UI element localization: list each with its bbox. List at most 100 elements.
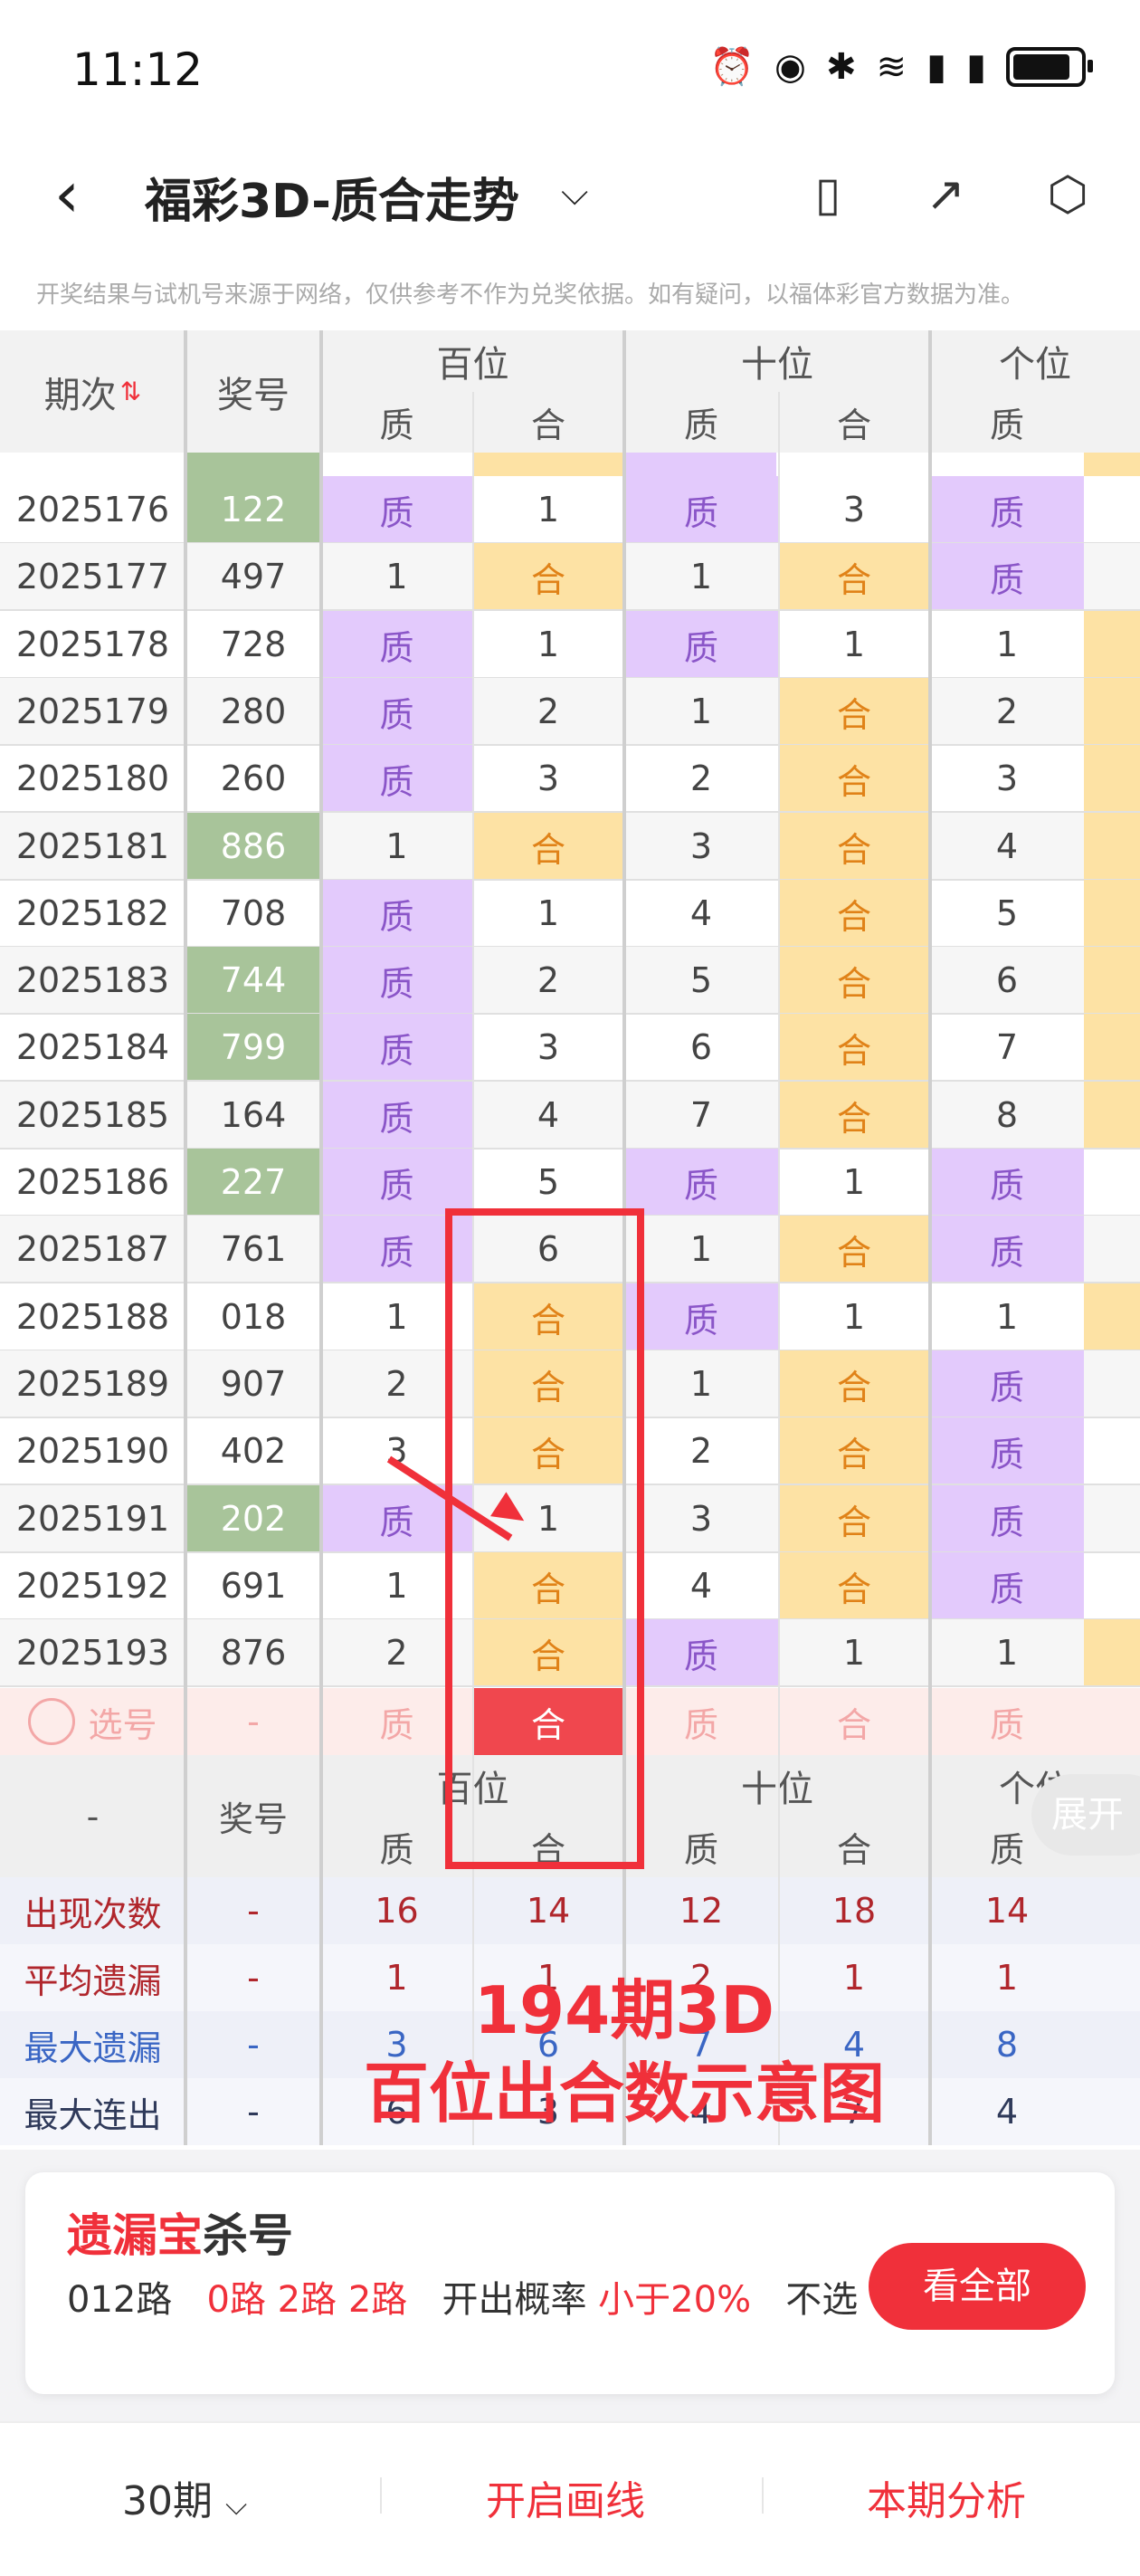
stats-value: 14: [526, 1891, 571, 1931]
trend-cell: 质: [930, 1485, 1084, 1552]
overflow-cell: [1084, 1619, 1140, 1686]
overflow-cell: [1084, 1216, 1140, 1283]
stats-value: 12: [679, 1891, 724, 1931]
trend-cell: 质: [321, 611, 472, 678]
select-circle-icon[interactable]: [28, 1698, 76, 1745]
trend-cell: 4: [995, 826, 1019, 866]
trend-cell: 5: [537, 1162, 560, 1202]
period-header-label: 期次: [43, 374, 117, 416]
overflow-cell: [1084, 1149, 1140, 1216]
partial-row-cell: [1084, 453, 1140, 476]
trend-cell: 1: [385, 826, 408, 866]
trend-cell: 1: [995, 1297, 1019, 1337]
overflow-cell: [1084, 543, 1140, 610]
card-title-suffix: 杀号: [203, 2209, 293, 2262]
trend-cell: 合: [778, 678, 930, 745]
overflow-cell: [1084, 1014, 1140, 1081]
signal-icon-2: ▮: [965, 45, 986, 88]
select-cell[interactable]: 质: [624, 1688, 778, 1755]
overflow-cell: [1084, 1485, 1140, 1552]
tail-text: 不选: [785, 2279, 859, 2321]
device-icon[interactable]: ▯: [796, 163, 860, 226]
draw-lines-button[interactable]: 开启画线: [486, 2468, 645, 2526]
stats-value: 18: [831, 1891, 877, 1931]
stats-dash: -: [247, 1958, 260, 1998]
trend-cell: 2: [995, 692, 1019, 731]
page-title[interactable]: 福彩3D-质合走势: [145, 163, 519, 231]
signal-icon: ▮: [926, 45, 946, 88]
partial-row-cell: [472, 453, 624, 476]
trend-cell: 合: [778, 543, 930, 610]
trend-cell: 质: [930, 543, 1084, 610]
trend-cell: 1: [842, 1633, 866, 1673]
partial-row-cell: [624, 453, 776, 476]
period-cell: 2025193: [15, 1633, 170, 1673]
trend-cell: 1: [537, 625, 560, 664]
settings-icon[interactable]: ⬡: [1036, 163, 1099, 226]
number-cell: 799: [185, 1014, 321, 1081]
trend-cell: 2: [689, 1431, 713, 1471]
trend-cell: 3: [689, 826, 713, 866]
number-cell: 202: [185, 1485, 321, 1552]
trend-cell: 5: [995, 893, 1019, 933]
wifi-icon: ≋: [876, 45, 907, 88]
analysis-button[interactable]: 本期分析: [867, 2468, 1026, 2526]
periods-label: 30期: [122, 2478, 213, 2524]
eye-icon: ◉: [774, 45, 806, 88]
stats-label: 平均遗漏: [24, 1961, 162, 2001]
trend-cell: 合: [472, 813, 624, 880]
prob-value: 小于20%: [598, 2279, 752, 2321]
number-cell: 402: [220, 1431, 287, 1471]
column-divider: [928, 330, 932, 2145]
number-cell: 691: [220, 1566, 287, 1606]
overflow-cell: [1084, 1350, 1140, 1417]
select-cell[interactable]: 合: [778, 1688, 930, 1755]
card-title: 遗漏宝杀号: [67, 2199, 293, 2265]
prob-label: 开出概率: [442, 2279, 587, 2321]
alarm-icon: ⏰: [709, 46, 755, 88]
trend-cell: 1: [385, 557, 408, 596]
annotation-line2: 百位出合数示意图: [363, 2056, 885, 2132]
sort-icon[interactable]: ⇅: [120, 377, 141, 406]
share-icon[interactable]: ↗: [914, 163, 977, 226]
expand-button[interactable]: 展开: [1031, 1774, 1140, 1856]
trend-cell: 6: [689, 1027, 713, 1067]
back-icon[interactable]: ‹: [54, 163, 80, 226]
periods-selector[interactable]: 30期 ⌵: [122, 2468, 247, 2526]
trend-cell: 3: [689, 1499, 713, 1539]
trend-cell: 合: [778, 745, 930, 812]
trend-cell: 质: [930, 1552, 1084, 1619]
app-bar: ‹ 福彩3D-质合走势 ⌵ ▯ ↗ ⬡: [0, 136, 1140, 253]
battery-icon: [1006, 46, 1093, 87]
trend-cell: 1: [842, 1162, 866, 1202]
sub-header-2: 质: [683, 405, 718, 445]
stats-value: 1: [995, 1958, 1019, 1998]
trend-cell: 1: [689, 557, 713, 596]
view-all-button[interactable]: 看全部: [869, 2243, 1086, 2330]
bottom-period-header: -: [86, 1796, 100, 1837]
number-cell: 876: [220, 1633, 287, 1673]
divider: [380, 2477, 382, 2514]
period-cell: 2025186: [15, 1162, 170, 1202]
select-cell[interactable]: 质: [930, 1688, 1084, 1755]
annotation-line1: 194期3D: [473, 1972, 775, 2048]
number-cell: 497: [220, 557, 287, 596]
chevron-down-icon[interactable]: ⌵: [561, 172, 588, 214]
period-cell: 2025178: [15, 625, 170, 664]
trend-cell: 1: [689, 692, 713, 731]
number-cell: 018: [220, 1297, 287, 1337]
period-cell: 2025187: [15, 1229, 170, 1269]
trend-cell: 质: [321, 1082, 472, 1149]
period-cell: 2025191: [15, 1499, 170, 1539]
select-number-dash: -: [247, 1702, 260, 1741]
trend-cell: 质: [624, 1619, 778, 1686]
trend-cell: 4: [689, 893, 713, 933]
overflow-cell: [1084, 611, 1140, 678]
period-cell: 2025188: [15, 1297, 170, 1337]
card-content: 012路 0路 2路 2路 开出概率 小于20% 不选: [67, 2272, 863, 2328]
column-divider: [319, 330, 323, 2145]
overflow-cell: [1084, 947, 1140, 1014]
annotation-text: 194期3D 百位出合数示意图: [326, 1969, 923, 2135]
period-cell: 2025192: [15, 1566, 170, 1606]
trend-cell: 质: [321, 745, 472, 812]
